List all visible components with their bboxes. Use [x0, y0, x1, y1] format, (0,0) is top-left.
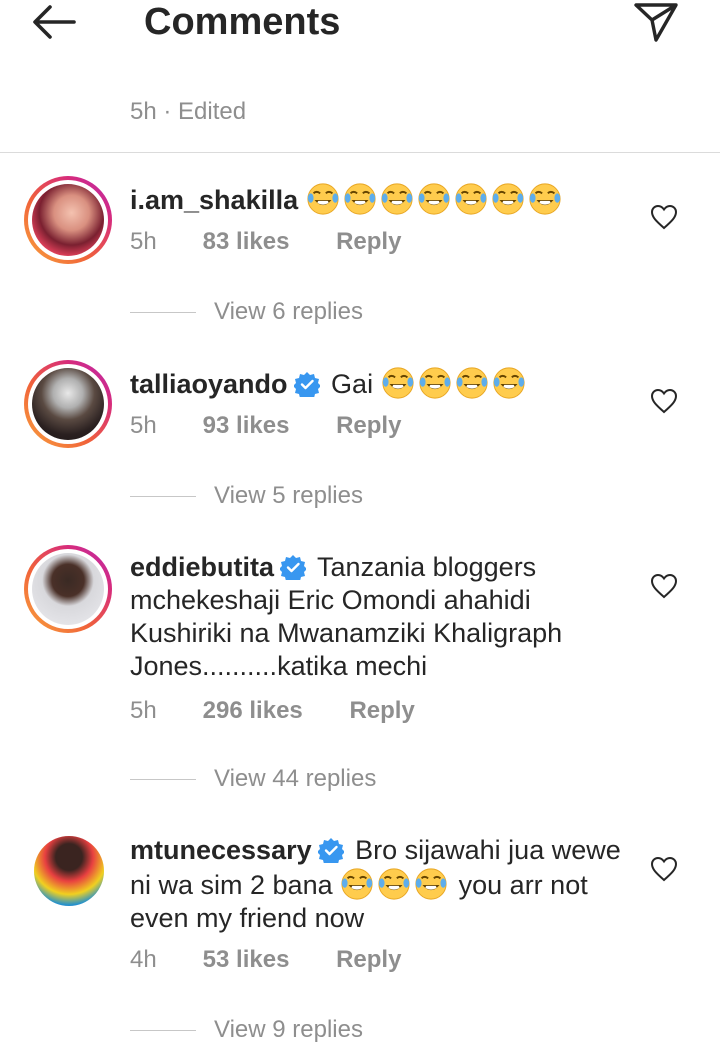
reply-button[interactable]: Reply — [336, 412, 401, 439]
comment-meta: 5h 296 likes Reply — [130, 697, 415, 725]
timestamp: 4h — [130, 946, 157, 973]
username[interactable]: mtunecessary — [130, 835, 312, 865]
likes-count[interactable]: 93 likes — [203, 412, 290, 440]
avatar[interactable] — [24, 545, 112, 633]
emoji-group — [381, 369, 529, 399]
view-replies-button[interactable]: View 5 replies — [130, 482, 363, 510]
comment-body: mtunecessary Bro sijawahi jua wewe ni wa… — [130, 834, 630, 935]
view-replies-label: View 44 replies — [214, 765, 377, 792]
partial-comment-meta: 5h · Edited — [130, 98, 247, 125]
face-with-tears-of-joy-icon — [455, 366, 489, 400]
view-replies-label: View 5 replies — [214, 482, 363, 509]
header-bar: Comments — [0, 0, 720, 66]
partial-comment: 5h · Edited — [0, 66, 720, 152]
divider — [0, 152, 720, 153]
comment-body: i.am_shakilla — [130, 182, 630, 217]
likes-count[interactable]: 53 likes — [203, 946, 290, 974]
face-with-tears-of-joy-icon — [306, 182, 340, 216]
send-button[interactable] — [632, 0, 680, 44]
back-button[interactable] — [30, 2, 80, 42]
replies-divider-line — [130, 496, 196, 498]
partial-comment-text — [130, 66, 540, 83]
cut-off-text — [130, 66, 540, 76]
face-with-tears-of-joy-icon — [340, 867, 374, 901]
face-with-tears-of-joy-icon — [414, 867, 448, 901]
verified-badge-icon — [294, 371, 320, 397]
heart-outline-icon[interactable] — [650, 573, 678, 599]
reply-button[interactable]: Reply — [336, 946, 401, 973]
likes-count[interactable]: 296 likes — [203, 697, 303, 725]
comment-text: Gai — [331, 369, 374, 399]
replies-divider-line — [130, 779, 196, 781]
face-with-tears-of-joy-icon — [343, 182, 377, 216]
timestamp: 5h — [130, 697, 157, 724]
face-with-tears-of-joy-icon — [528, 182, 562, 216]
reply-button[interactable]: Reply — [336, 228, 401, 255]
view-replies-button[interactable]: View 44 replies — [130, 765, 376, 793]
replies-divider-line — [130, 312, 196, 314]
emoji-group — [340, 870, 459, 900]
face-with-tears-of-joy-icon — [492, 366, 526, 400]
comment-body: eddiebutita Tanzania bloggers mchekeshaj… — [130, 551, 630, 683]
view-replies-button[interactable]: View 9 replies — [130, 1016, 363, 1044]
heart-outline-icon[interactable] — [650, 388, 678, 414]
timestamp: 5h — [130, 412, 157, 439]
paper-plane-icon — [634, 3, 678, 42]
avatar[interactable] — [24, 360, 112, 448]
page-title: Comments — [144, 1, 341, 43]
view-replies-button[interactable]: View 6 replies — [130, 298, 363, 326]
arrow-left-icon — [33, 5, 76, 39]
face-with-tears-of-joy-icon — [491, 182, 525, 216]
comment-meta: 4h 53 likes Reply — [130, 946, 401, 974]
verified-badge-icon — [280, 554, 306, 580]
face-with-tears-of-joy-icon — [454, 182, 488, 216]
face-with-tears-of-joy-icon — [380, 182, 414, 216]
emoji-group — [306, 185, 565, 215]
avatar[interactable] — [34, 836, 104, 906]
face-with-tears-of-joy-icon — [377, 867, 411, 901]
timestamp: 5h — [130, 228, 157, 255]
username[interactable]: i.am_shakilla — [130, 185, 298, 215]
heart-outline-icon[interactable] — [650, 204, 678, 230]
comment-body: talliaoyando Gai — [130, 366, 630, 401]
avatar[interactable] — [24, 176, 112, 264]
face-with-tears-of-joy-icon — [381, 366, 415, 400]
heart-outline-icon[interactable] — [650, 856, 678, 882]
verified-badge-icon — [318, 837, 344, 863]
likes-count[interactable]: 83 likes — [203, 228, 290, 256]
face-with-tears-of-joy-icon — [418, 366, 452, 400]
reply-button[interactable]: Reply — [349, 697, 414, 724]
username[interactable]: talliaoyando — [130, 369, 288, 399]
view-replies-label: View 9 replies — [214, 1016, 363, 1043]
view-replies-label: View 6 replies — [214, 298, 363, 325]
replies-divider-line — [130, 1030, 196, 1032]
comment-meta: 5h 93 likes Reply — [130, 412, 401, 440]
username[interactable]: eddiebutita — [130, 552, 274, 582]
comment-meta: 5h 83 likes Reply — [130, 228, 401, 256]
face-with-tears-of-joy-icon — [417, 182, 451, 216]
